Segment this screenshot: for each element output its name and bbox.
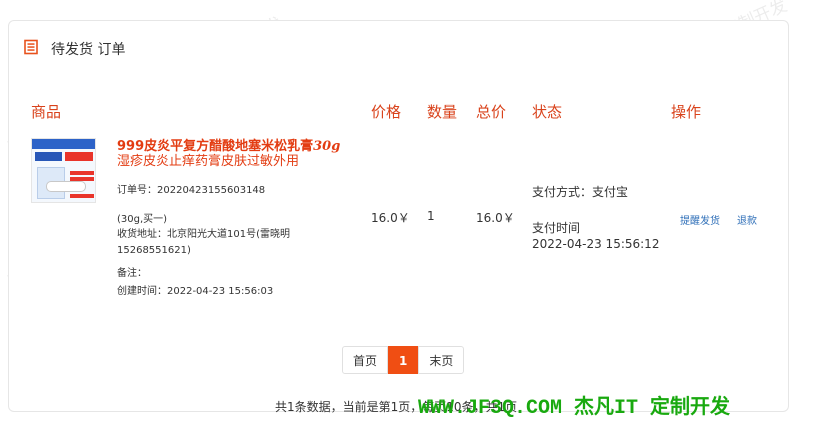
order-number: 订单号：20220423155603148 xyxy=(117,185,266,196)
order-list-icon xyxy=(23,39,39,59)
last-page-button[interactable]: 末页 xyxy=(418,346,465,374)
payment-time-label: 支付时间 xyxy=(532,221,581,235)
first-page-button[interactable]: 首页 xyxy=(342,346,389,374)
current-page-button[interactable]: 1 xyxy=(388,346,419,374)
remind-shipping-link[interactable]: 提醒发货 xyxy=(680,212,720,227)
payment-method: 支付方式：支付宝 xyxy=(532,185,629,199)
product-spec: (30g,买一) xyxy=(117,214,168,225)
column-header-price: 价格 xyxy=(371,103,402,121)
product-name[interactable]: 999皮炎平复方醋酸地塞米松乳膏30g 湿疹皮炎止痒药膏皮肤过敏外用 xyxy=(117,139,352,169)
column-header-total: 总价 xyxy=(476,103,507,121)
created-time: 创建时间：2022-04-23 15:56:03 xyxy=(117,286,274,297)
unit-price: 16.0￥ xyxy=(371,211,410,225)
payment-time: 2022-04-23 15:56:12 xyxy=(532,237,660,251)
product-name-prefix: 999皮炎平复方醋酸地塞米松乳膏 xyxy=(117,139,314,154)
product-name-emphasis: 30g xyxy=(313,139,341,154)
refund-link[interactable]: 退款 xyxy=(737,212,757,227)
order-card: 待发货 订单 商品 价格 数量 总价 状态 操作 999皮炎平复方醋酸地塞米松乳… xyxy=(8,20,789,414)
card-header: 待发货 订单 xyxy=(23,39,125,59)
product-image[interactable] xyxy=(31,138,96,203)
column-header-action: 操作 xyxy=(671,103,702,121)
column-header-qty: 数量 xyxy=(427,103,458,121)
card-title: 待发货 订单 xyxy=(51,42,126,58)
quantity: 1 xyxy=(427,209,435,223)
product-name-line2: 湿疹皮炎止痒药膏皮肤过敏外用 xyxy=(117,154,300,169)
shipping-address: 收货地址：北京阳光大道101号(雷晓明15268551621) xyxy=(117,229,290,256)
column-header-status: 状态 xyxy=(532,103,563,121)
column-header-goods: 商品 xyxy=(31,103,62,121)
pagination: 首页 1 末页 xyxy=(342,346,465,374)
total-price: 16.0￥ xyxy=(476,211,515,225)
footer-watermark: WWW.JF3Q.COM 杰凡IT 定制开发 xyxy=(418,397,731,420)
order-note: 备注： xyxy=(117,268,147,279)
